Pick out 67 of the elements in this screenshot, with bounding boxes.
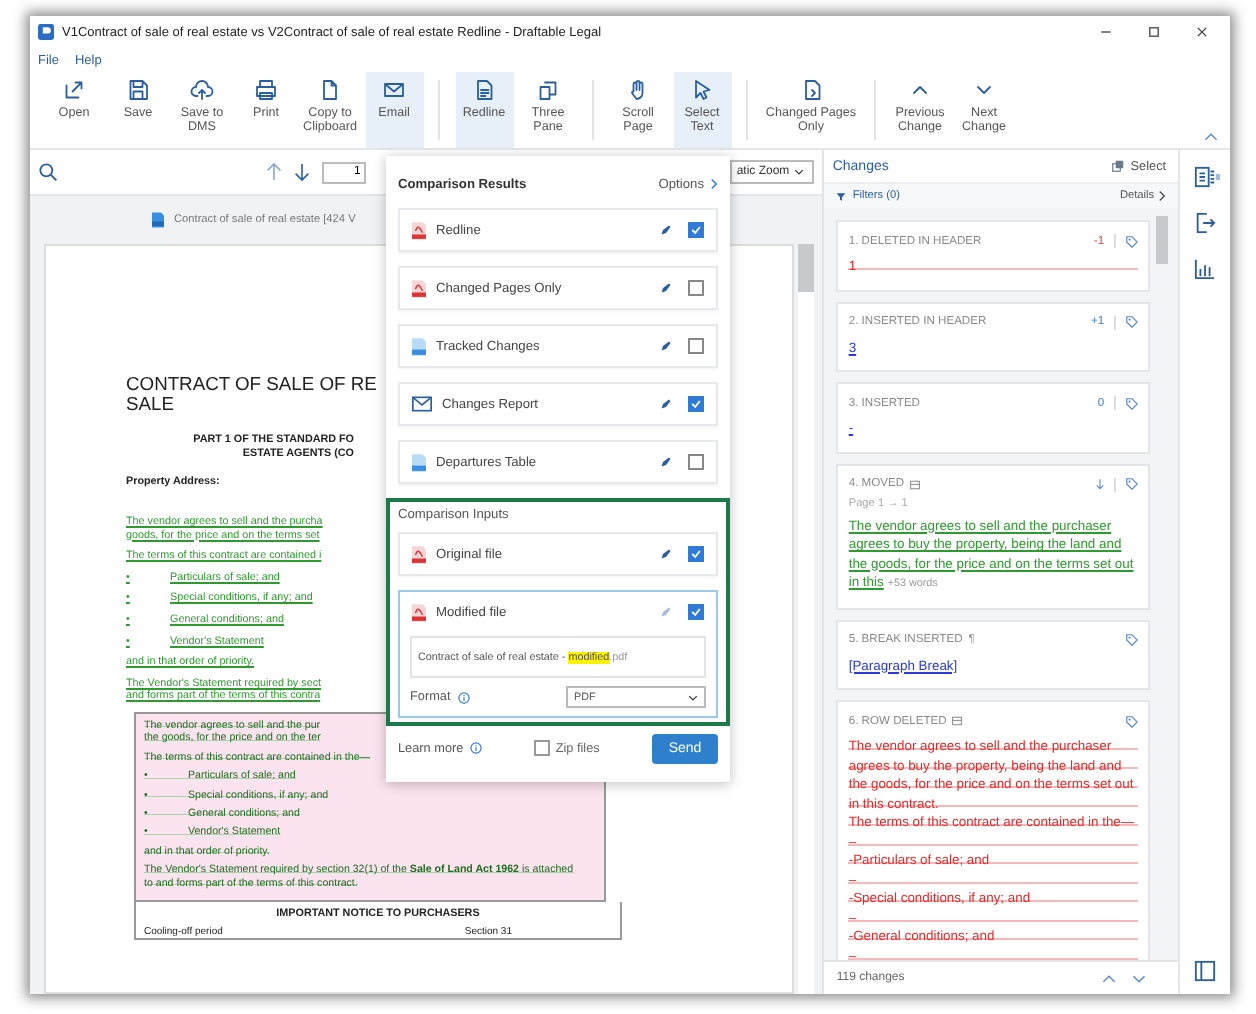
panel-icon[interactable] — [1194, 960, 1217, 982]
file-icon — [412, 453, 426, 471]
mail-icon — [412, 396, 432, 412]
list-panel-icon[interactable] — [1194, 166, 1217, 188]
info-icon[interactable] — [469, 742, 482, 754]
checkbox[interactable] — [688, 546, 704, 562]
document-icon — [472, 78, 496, 102]
document-heading: CONTRACT OF SALE OF RE — [126, 374, 377, 394]
checkbox[interactable] — [688, 396, 704, 412]
arrow-up-icon[interactable] — [266, 162, 283, 182]
cloud-upload-icon — [190, 78, 214, 102]
exit-icon[interactable] — [1194, 212, 1217, 234]
table-icon — [910, 479, 921, 489]
caret-icon — [793, 168, 804, 176]
chevron-right-icon — [710, 178, 718, 190]
chevron-up-icon[interactable] — [1102, 973, 1117, 983]
checkbox[interactable] — [688, 454, 704, 470]
search-icon[interactable] — [38, 162, 58, 182]
checkbox[interactable] — [688, 280, 704, 296]
print-icon — [254, 78, 278, 102]
filter-icon[interactable] — [836, 191, 847, 201]
caret-icon — [688, 693, 698, 701]
pdf-file-icon — [412, 221, 426, 239]
pencil-icon[interactable] — [660, 456, 672, 468]
pencil-icon[interactable] — [660, 398, 672, 410]
checkbox[interactable] — [533, 740, 550, 756]
export-arrow-icon — [62, 78, 86, 102]
document-icon — [318, 78, 342, 102]
documents-icon — [536, 78, 560, 102]
file-icon — [152, 212, 164, 228]
checkbox[interactable] — [688, 222, 704, 238]
document-icon — [799, 78, 823, 102]
save-icon — [126, 78, 150, 102]
arrow-down-icon[interactable] — [1096, 478, 1105, 490]
info-icon[interactable] — [458, 691, 471, 703]
close-icon[interactable] — [1196, 26, 1208, 38]
chevron-right-icon — [1158, 190, 1167, 202]
pencil-icon[interactable] — [660, 340, 672, 352]
scrollbar[interactable] — [798, 244, 815, 994]
pencil-icon[interactable] — [660, 224, 672, 236]
pdf-file-icon — [412, 603, 426, 621]
tag-icon[interactable] — [1126, 316, 1139, 328]
pdf-file-icon — [412, 279, 426, 297]
checkbox[interactable] — [688, 338, 704, 354]
tag-icon[interactable] — [1126, 478, 1139, 490]
tag-icon[interactable] — [1126, 397, 1139, 409]
file-icon — [412, 337, 426, 355]
pdf-file-icon — [412, 545, 426, 563]
select-icon[interactable] — [1112, 160, 1125, 172]
tag-icon[interactable] — [1126, 715, 1139, 727]
minimize-icon[interactable] — [1100, 26, 1112, 38]
document-heading: SALE — [126, 394, 174, 414]
app-logo-icon — [38, 24, 54, 40]
checkbox[interactable] — [688, 604, 704, 620]
maximize-icon[interactable] — [1148, 26, 1160, 38]
mail-icon — [382, 78, 406, 102]
chevron-down-icon[interactable] — [1132, 973, 1147, 983]
pencil-icon[interactable] — [660, 282, 672, 294]
tag-icon[interactable] — [1126, 634, 1139, 646]
table-icon — [952, 716, 963, 726]
change-card[interactable] — [836, 700, 1151, 960]
cursor-icon — [690, 78, 714, 102]
tag-icon[interactable] — [1126, 235, 1139, 247]
bar-chart-icon[interactable] — [1194, 258, 1217, 280]
chevron-up-icon[interactable] — [1204, 132, 1218, 142]
arrow-down-icon[interactable] — [294, 162, 311, 182]
pencil-icon[interactable] — [660, 548, 672, 560]
